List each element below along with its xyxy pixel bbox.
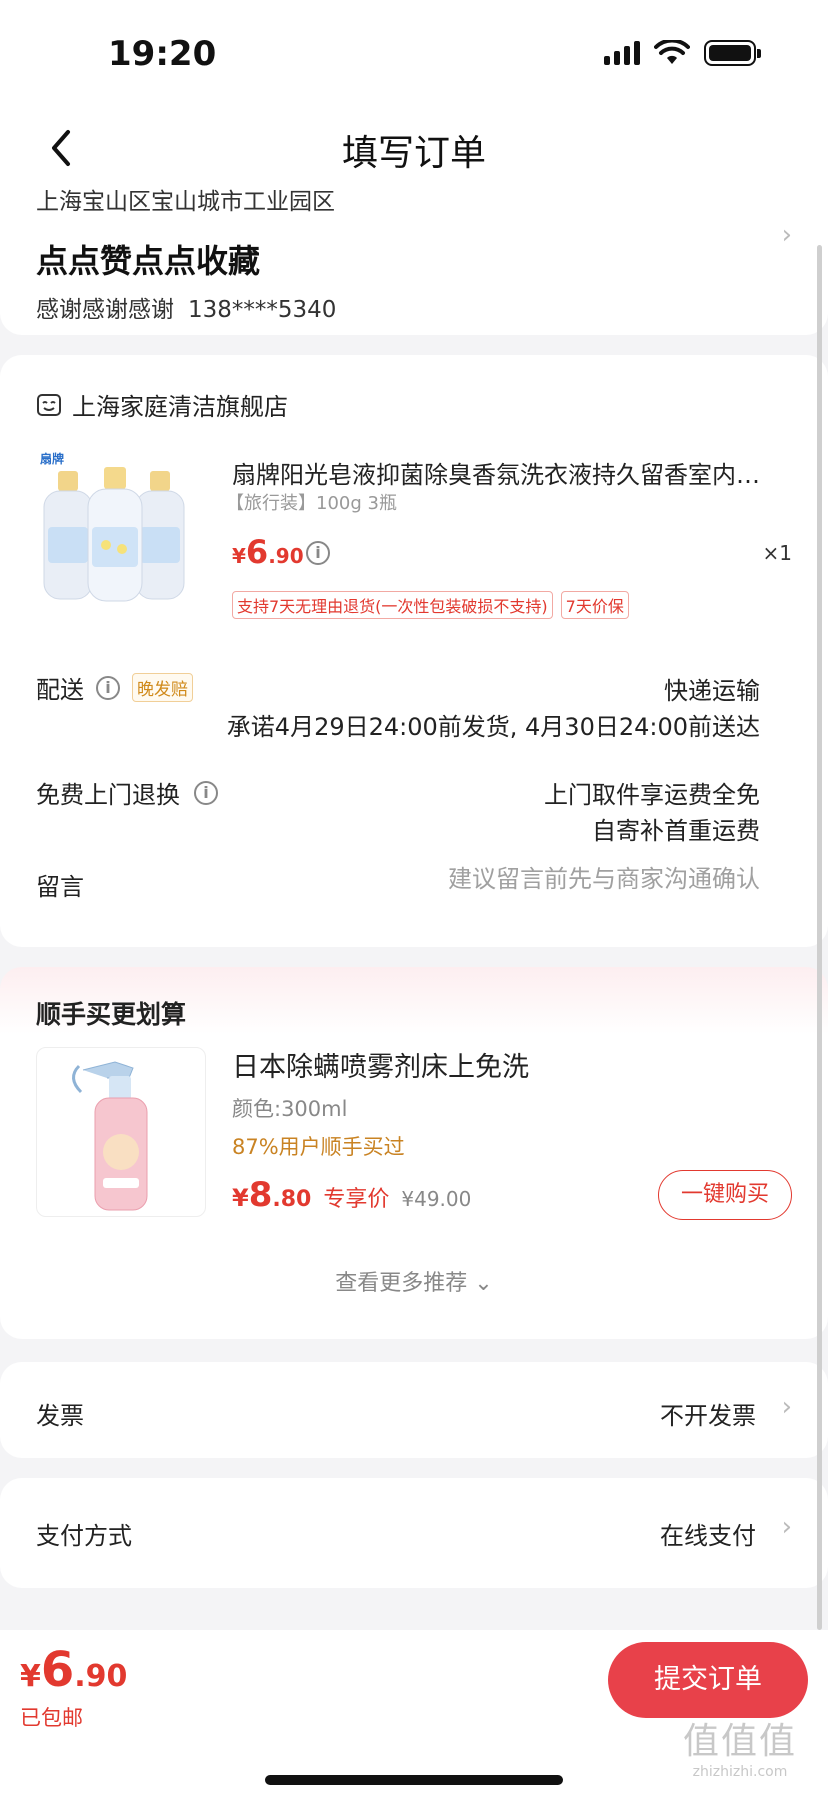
page-title: 填写订单 — [341, 133, 486, 174]
message-label: 留言 — [36, 873, 84, 901]
shop-name: 上海家庭清洁旗舰店 — [72, 393, 288, 421]
recommend-social-proof: 87%用户顺手买过 — [232, 1135, 405, 1159]
recommend-price: ¥8.80 — [232, 1175, 312, 1215]
status-bar: 19:20 — [0, 0, 828, 110]
address-phone: 138****5340 — [188, 297, 337, 323]
address-region: 上海宝山区宝山城市工业园区 — [36, 189, 335, 215]
payment-value: 在线支付 — [660, 1522, 756, 1550]
chevron-right-icon: › — [781, 220, 792, 250]
message-input[interactable] — [320, 865, 760, 893]
status-time: 19:20 — [108, 34, 217, 74]
order-card: 上海家庭清洁旗舰店 扇牌 扇牌阳光皂液抑菌除臭香氛洗衣液持久留香室内… 【旅行装… — [0, 355, 828, 947]
recommend-card: 顺手买更划算 日本除螨喷雾剂床上免洗 颜色:300ml 87%用户顺手买过 ¥8… — [0, 967, 828, 1339]
recommend-title: 顺手买更划算 — [36, 1000, 187, 1029]
address-card[interactable]: 上海宝山区宝山城市工业园区 点点赞点点收藏 感谢感谢感谢 138****5340 … — [0, 170, 828, 335]
free-return-label: 免费上门退换 i — [36, 775, 218, 810]
free-shipping-note: 已包邮 — [20, 1706, 83, 1730]
price-protect-tag: 7天价保 — [560, 591, 629, 619]
info-circle-icon[interactable]: i — [194, 780, 218, 805]
info-circle-icon[interactable]: i — [96, 675, 120, 700]
recommend-product-name[interactable]: 日本除螨喷雾剂床上免洗 — [232, 1045, 529, 1084]
original-price: ¥49.00 — [401, 1187, 472, 1211]
status-icons — [604, 40, 761, 66]
invoice-label: 发票 — [36, 1402, 84, 1430]
watermark-url: zhizhizhi.com — [692, 1764, 788, 1780]
shipping-method: 快递运输 — [664, 677, 760, 705]
shop-face-icon — [36, 392, 62, 418]
product-quantity: ×1 — [762, 541, 792, 565]
shipping-promise: 承诺4月29日24:00前发货, 4月30日24:00前送达 — [226, 713, 760, 741]
payment-label: 支付方式 — [36, 1522, 132, 1550]
address-contact-name: 感谢感谢感谢 — [36, 297, 174, 323]
recommend-price-row: ¥8.80 专享价 ¥49.00 — [232, 1175, 471, 1215]
recommend-product-image[interactable] — [36, 1047, 206, 1217]
submit-order-button[interactable]: 提交订单 — [608, 1642, 808, 1718]
return-policy-tag: 支持7天无理由退货(一次性包装破损不支持) — [232, 591, 553, 619]
one-click-buy-button[interactable]: 一键购买 — [658, 1170, 792, 1220]
watermark-logo: 值值值 — [682, 1721, 797, 1762]
wifi-icon — [654, 40, 690, 64]
bottle-left — [43, 471, 93, 600]
chevron-right-icon: › — [781, 1512, 792, 1542]
chevron-right-icon: › — [781, 1392, 792, 1422]
late-compensation-tag: 晚发赔 — [132, 673, 193, 702]
address-recipient-name: 点点赞点点收藏 — [36, 242, 261, 280]
product-tags: 支持7天无理由退货(一次性包装破损不支持) 7天价保 — [232, 591, 629, 619]
free-return-line1: 上门取件享运费全免 — [544, 781, 760, 809]
bottle-center — [87, 467, 143, 602]
scrollbar[interactable] — [817, 245, 822, 1630]
product-brand-logo: 扇牌 — [40, 451, 64, 466]
recommend-product-spec: 颜色:300ml — [232, 1097, 348, 1121]
shop-row[interactable]: 上海家庭清洁旗舰店 — [36, 387, 288, 422]
home-indicator[interactable] — [265, 1775, 563, 1785]
product-spec: 【旅行装】100g 3瓶 — [226, 493, 397, 514]
free-return-line2: 自寄补首重运费 — [592, 817, 760, 845]
battery-icon — [704, 40, 761, 66]
total-price: ¥6.90 — [20, 1642, 128, 1698]
exclusive-price-label: 专享价 — [323, 1187, 390, 1212]
product-image[interactable]: 扇牌 — [36, 447, 196, 607]
cellular-signal-icon — [604, 41, 640, 65]
address-contact: 感谢感谢感谢 138****5340 — [36, 290, 336, 324]
payment-row[interactable]: 支付方式 在线支付 › — [0, 1478, 828, 1588]
see-more-recommend[interactable]: 查看更多推荐 ⌄ — [0, 1265, 828, 1297]
invoice-value: 不开发票 — [660, 1402, 756, 1430]
invoice-row[interactable]: 发票 不开发票 › — [0, 1362, 828, 1458]
info-circle-icon[interactable]: i — [306, 541, 330, 565]
product-price: ¥6.90 — [232, 533, 304, 571]
product-title[interactable]: 扇牌阳光皂液抑菌除臭香氛洗衣液持久留香室内… — [232, 455, 792, 490]
bottle-right — [135, 471, 185, 600]
watermark: 值值值 zhizhizhi.com — [670, 1712, 810, 1780]
shipping-label: 配送 i 晚发赔 — [36, 670, 193, 705]
